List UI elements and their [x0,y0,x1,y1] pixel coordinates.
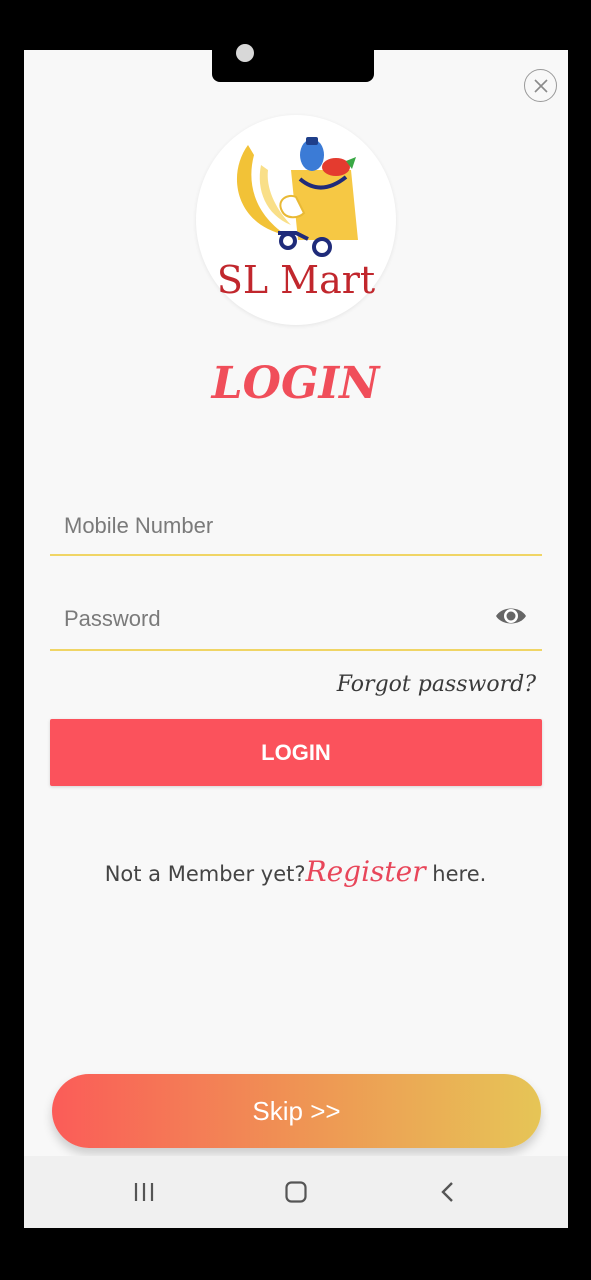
home-button[interactable] [276,1174,316,1210]
camera-notch [212,40,374,82]
back-button[interactable] [428,1174,468,1210]
system-navigation-bar [24,1156,568,1228]
mobile-number-input[interactable] [50,512,542,539]
home-icon [285,1181,307,1203]
brand-name: SL Mart [216,258,376,302]
register-suffix-text: here. [432,862,487,886]
recents-icon [134,1183,154,1201]
close-icon [533,78,548,93]
toggle-password-visibility-button[interactable] [494,602,528,630]
close-button[interactable] [524,69,557,102]
front-camera [236,44,254,62]
login-button[interactable]: LOGIN [50,719,542,786]
back-icon [441,1182,453,1202]
mobile-number-field[interactable] [50,497,542,556]
register-link[interactable]: Register [306,855,426,888]
register-prompt: Not a Member yet?Register here. [0,855,591,888]
register-prefix-text: Not a Member yet? [104,862,306,886]
forgot-password-link[interactable]: Forgot password? [337,672,536,697]
recents-button[interactable] [124,1174,164,1210]
page-title: LOGIN [211,358,380,409]
shopping-cart-logo [236,137,358,257]
password-field[interactable] [50,588,542,651]
eye-icon [496,608,526,624]
skip-button[interactable]: Skip >> [52,1074,541,1148]
password-input[interactable] [50,605,542,632]
